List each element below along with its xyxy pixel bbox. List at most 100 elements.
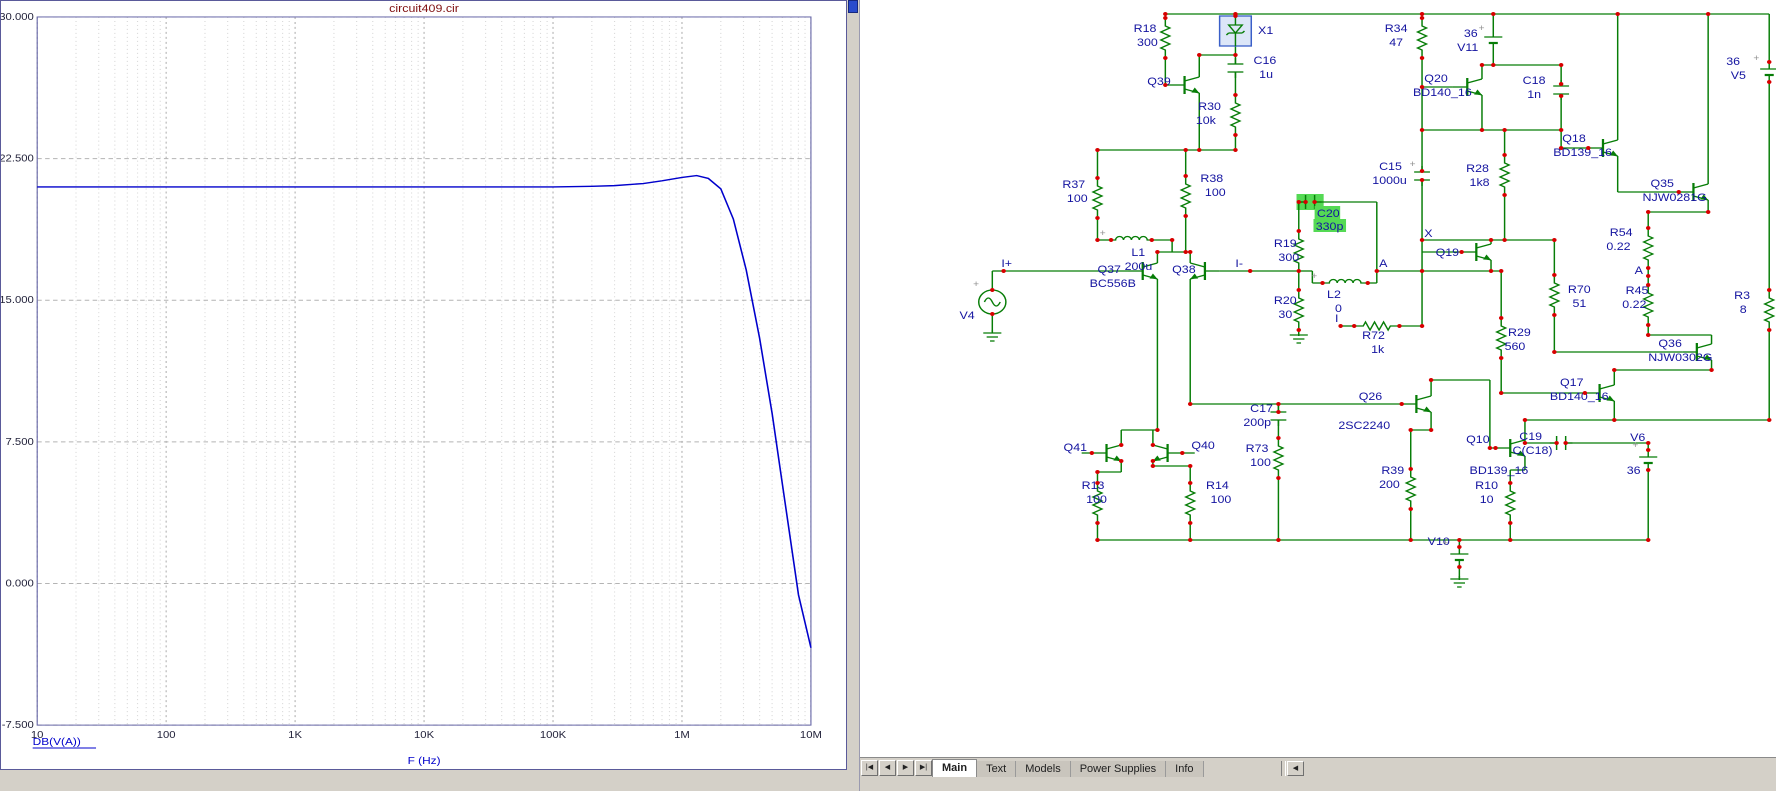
svg-text:1n: 1n xyxy=(1527,89,1541,101)
svg-text:NJW0281G: NJW0281G xyxy=(1643,192,1707,204)
svg-text:R30: R30 xyxy=(1198,101,1221,113)
comp-R3[interactable] xyxy=(1763,290,1776,330)
svg-text:100: 100 xyxy=(1211,494,1232,506)
svg-text:Q10: Q10 xyxy=(1466,434,1490,446)
tab-nav-first-button[interactable]: |◀ xyxy=(861,760,878,776)
comp-Q39[interactable] xyxy=(1169,76,1200,94)
svg-text:R38: R38 xyxy=(1200,173,1223,185)
svg-text:0.22: 0.22 xyxy=(1622,299,1646,311)
comp-L2[interactable] xyxy=(1322,278,1368,284)
schematic-editor-window: R18 300 X1 C16 1u R34 47 36 V11 Q39 R30 10k Q20 BD140… xyxy=(859,0,1776,791)
svg-text:R37: R37 xyxy=(1062,179,1085,191)
tabbar-splitter[interactable] xyxy=(1281,761,1286,776)
comp-R30[interactable] xyxy=(1229,95,1242,135)
svg-text:0.000: 0.000 xyxy=(6,578,34,589)
svg-text:R73: R73 xyxy=(1246,443,1269,455)
svg-text:+: + xyxy=(1311,272,1317,282)
svg-text:R20: R20 xyxy=(1274,295,1297,307)
svg-text:X1: X1 xyxy=(1258,25,1273,37)
svg-text:0.22: 0.22 xyxy=(1606,241,1630,253)
comp-GND3[interactable] xyxy=(1450,576,1469,588)
svg-text:300: 300 xyxy=(1137,37,1158,49)
svg-text:R45: R45 xyxy=(1626,285,1649,297)
comp-R38[interactable] xyxy=(1179,176,1192,216)
svg-text:R3: R3 xyxy=(1734,290,1750,302)
svg-text:100: 100 xyxy=(1250,457,1271,469)
svg-text:+: + xyxy=(1442,539,1448,549)
svg-text:I+: I+ xyxy=(1001,258,1012,270)
comp-Q41[interactable] xyxy=(1091,444,1122,462)
svg-text:7.500: 7.500 xyxy=(6,436,34,447)
svg-text:C16: C16 xyxy=(1254,55,1277,67)
comp-R10[interactable] xyxy=(1504,483,1517,523)
svg-text:+: + xyxy=(1753,54,1759,64)
svg-text:10M: 10M xyxy=(800,730,822,741)
svg-text:300: 300 xyxy=(1278,252,1299,264)
svg-text:R34: R34 xyxy=(1385,23,1408,35)
svg-text:R19: R19 xyxy=(1274,238,1297,250)
window-divider xyxy=(847,0,859,791)
comp-V11[interactable] xyxy=(1484,30,1503,50)
svg-text:+: + xyxy=(973,280,979,290)
tab-nav-last-button[interactable]: ▶| xyxy=(915,760,932,776)
comp-X1[interactable] xyxy=(1218,15,1253,47)
comp-L1[interactable] xyxy=(1108,235,1155,241)
plot-legend[interactable]: DB(V(A)) xyxy=(33,737,81,748)
svg-text:R13: R13 xyxy=(1082,480,1105,492)
comp-V4[interactable] xyxy=(978,289,1007,315)
comp-R39[interactable] xyxy=(1404,469,1417,509)
comp-R34[interactable] xyxy=(1415,18,1429,58)
svg-text:51: 51 xyxy=(1572,298,1586,310)
comp-R18[interactable] xyxy=(1159,18,1172,58)
svg-text:V5: V5 xyxy=(1731,70,1747,82)
comp-C19[interactable] xyxy=(1549,436,1573,450)
svg-text:R29: R29 xyxy=(1508,327,1531,339)
comp-R14[interactable] xyxy=(1184,483,1197,523)
svg-text:100K: 100K xyxy=(540,730,566,741)
svg-text:NJW0302G: NJW0302G xyxy=(1648,352,1712,364)
svg-text:Q26: Q26 xyxy=(1359,391,1383,403)
comp-R37[interactable] xyxy=(1091,178,1104,218)
svg-text:C17: C17 xyxy=(1250,403,1273,415)
comp-R54[interactable] xyxy=(1642,228,1655,268)
svg-text:C15: C15 xyxy=(1379,161,1402,173)
comp-V5[interactable] xyxy=(1760,62,1776,82)
comp-R28[interactable] xyxy=(1498,155,1511,195)
tab-power-supplies[interactable]: Power Supplies xyxy=(1070,761,1167,777)
comp-GND1[interactable] xyxy=(983,330,1002,342)
svg-text:Q35: Q35 xyxy=(1650,178,1674,190)
tab-nav-next-button[interactable]: ▶ xyxy=(897,760,914,776)
svg-text:36: 36 xyxy=(1627,465,1641,477)
tab-text[interactable]: Text xyxy=(977,761,1017,777)
svg-text:+: + xyxy=(1410,160,1416,170)
x-axis-label: F (Hz) xyxy=(408,756,441,767)
tabbar-scroll-left-button[interactable]: ◀ xyxy=(1287,761,1304,776)
comp-C16[interactable] xyxy=(1227,58,1244,78)
svg-text:C(C18): C(C18) xyxy=(1513,445,1553,457)
svg-text:C20: C20 xyxy=(1317,208,1340,220)
comp-R73[interactable] xyxy=(1272,438,1285,478)
comp-Q19[interactable] xyxy=(1461,243,1492,261)
svg-text:V4: V4 xyxy=(960,310,976,322)
comp-Q26[interactable] xyxy=(1401,395,1432,413)
svg-text:22.500: 22.500 xyxy=(1,153,34,164)
tab-info[interactable]: Info xyxy=(1166,761,1204,777)
comp-V6[interactable] xyxy=(1639,450,1658,470)
tab-main[interactable]: Main xyxy=(932,759,978,777)
svg-text:36: 36 xyxy=(1464,28,1478,40)
schematic-canvas[interactable]: R18300X1C161uR344736V11Q39R3010kQ20BD140… xyxy=(860,0,1776,757)
comp-V10[interactable] xyxy=(1450,547,1469,567)
tab-models[interactable]: Models xyxy=(1016,761,1071,777)
svg-text:V11: V11 xyxy=(1457,42,1478,54)
schematic-labels[interactable]: R18300X1C161uR344736V11Q39R3010kQ20BD140… xyxy=(960,23,1751,548)
tab-nav-prev-button[interactable]: ◀ xyxy=(879,760,896,776)
svg-text:R70: R70 xyxy=(1568,284,1591,296)
comp-R70[interactable] xyxy=(1548,275,1561,315)
bode-plot-canvas[interactable]: 30.00022.50015.0007.5000.000-7.50010 100 1… xyxy=(1,1,846,769)
comp-GND2[interactable] xyxy=(1289,332,1308,344)
svg-text:1u: 1u xyxy=(1259,69,1273,81)
svg-text:560: 560 xyxy=(1505,341,1526,353)
svg-text:36: 36 xyxy=(1726,56,1740,68)
comp-Q40[interactable] xyxy=(1152,444,1183,462)
svg-text:A: A xyxy=(1635,265,1643,277)
